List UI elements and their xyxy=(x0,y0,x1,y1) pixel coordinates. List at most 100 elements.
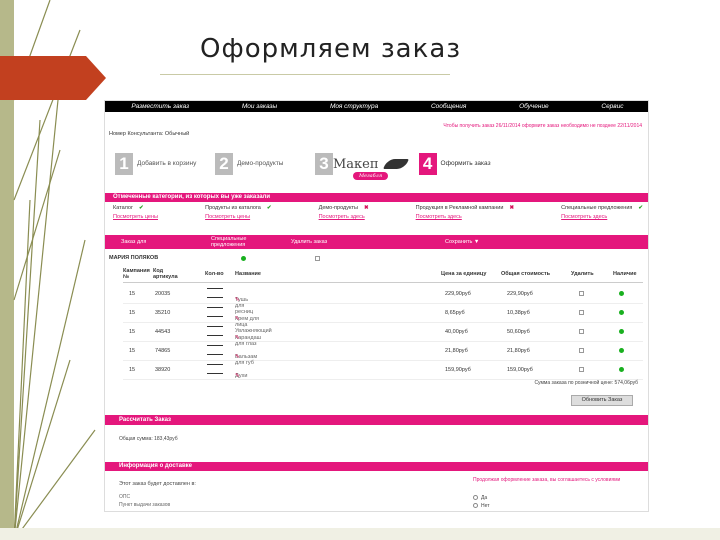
col-price: Цена за единицу xyxy=(441,271,487,277)
step-4-label: Оформить заказ xyxy=(440,160,491,168)
table-row: 15 20035 Тушь для ресниц ✎ 229,90руб 229… xyxy=(123,285,643,315)
update-order-button[interactable]: Обновить Заказ xyxy=(571,395,633,406)
delete-order-button[interactable]: Удалить заказ xyxy=(291,239,327,245)
step-1-number: 1 xyxy=(115,153,133,175)
available-icon xyxy=(619,310,624,315)
step-2[interactable]: 2 Демо-продукты xyxy=(215,153,303,175)
nav-item-my-orders[interactable]: Мои заказы xyxy=(242,103,277,110)
category-link[interactable]: Посмотреть здесь xyxy=(319,214,369,220)
col-total: Общая стоимость xyxy=(501,271,551,277)
makeup-logo-sub: Мегабля xyxy=(353,171,389,180)
step-1[interactable]: 1 Добавить в корзину xyxy=(115,153,203,175)
col-availability: Наличие xyxy=(613,271,637,277)
cell-campaign: 15 xyxy=(129,329,136,335)
delivery-option[interactable]: ОПС xyxy=(119,493,170,501)
cell-total: 229,90руб xyxy=(507,291,533,297)
cell-campaign: 15 xyxy=(129,367,136,373)
col-campaign: Кампания № xyxy=(123,268,150,280)
delete-checkbox[interactable] xyxy=(579,367,584,372)
nav-item-training[interactable]: Обучение xyxy=(519,103,549,110)
cell-campaign: 15 xyxy=(129,291,136,297)
available-icon xyxy=(619,348,624,353)
categories-header: Отмеченные категории, из которых вы уже … xyxy=(105,193,648,202)
delivery-question: Этот заказ будет доставлен в: xyxy=(119,481,196,487)
category-link[interactable]: Посмотреть здесь xyxy=(416,214,514,220)
cross-icon: ✖ xyxy=(363,205,369,211)
makeup-logo-name: Макеп xyxy=(333,156,379,172)
order-sum: Сумма заказа по розничной цене: 574,06ру… xyxy=(534,380,638,386)
radio-no-label: Нет xyxy=(481,503,490,509)
nav-item-place-order[interactable]: Разместить заказ xyxy=(131,103,189,110)
qty-input[interactable] xyxy=(207,345,223,355)
delete-checkbox[interactable] xyxy=(579,291,584,296)
order-for-button[interactable]: Заказ для xyxy=(121,239,146,245)
qty-input[interactable] xyxy=(207,307,223,317)
cell-campaign: 15 xyxy=(129,348,136,354)
step-4-number: 4 xyxy=(418,153,437,175)
category-label: Продукты из каталога xyxy=(205,205,261,211)
checkbox[interactable] xyxy=(315,256,320,261)
qty-input[interactable] xyxy=(207,326,223,336)
order-table: 15 20035 Тушь для ресниц ✎ 229,90руб 229… xyxy=(123,285,643,380)
edit-icon[interactable]: ✎ xyxy=(235,316,240,322)
radio-option[interactable]: Нет xyxy=(473,502,490,510)
delivery-radio-group: Да Нет xyxy=(473,494,490,510)
save-dropdown[interactable]: Сохранить ▼ xyxy=(445,239,479,245)
category-label: Специальные предложения xyxy=(561,205,633,211)
nav-item-structure[interactable]: Моя структура xyxy=(330,103,378,110)
cell-total: 50,60руб xyxy=(507,329,530,335)
edit-icon[interactable]: ✎ xyxy=(235,354,240,360)
cell-campaign: 15 xyxy=(129,310,136,316)
cell-total: 159,00руб xyxy=(507,367,533,373)
edit-icon[interactable]: ✎ xyxy=(235,297,240,303)
edit-icon[interactable]: ✎ xyxy=(235,373,240,379)
cell-price: 229,90руб xyxy=(445,291,471,297)
category-link[interactable]: Посмотреть здесь xyxy=(561,214,643,220)
nav-item-service[interactable]: Сервис xyxy=(601,103,623,110)
qty-input[interactable] xyxy=(207,364,223,374)
step-2-number: 2 xyxy=(215,153,233,175)
category-item: Продукция в Рекламной кампании ✖ Посмотре… xyxy=(416,205,514,220)
nav-item-messages[interactable]: Сообщения xyxy=(431,103,466,110)
delete-checkbox[interactable] xyxy=(579,348,584,353)
slide-bottom-band xyxy=(0,528,720,540)
table-row: 15 44543 Карандаш для глаз ✎ 40,00руб 50… xyxy=(123,323,643,347)
category-item: Специальные предложения ✔ Посмотреть здес… xyxy=(561,205,643,220)
delete-checkbox[interactable] xyxy=(579,310,584,315)
col-delete: Удалить xyxy=(571,271,594,277)
qty-input[interactable] xyxy=(207,288,223,298)
calculate-order-header[interactable]: Рассчитать Заказ xyxy=(105,415,648,425)
brand-name: МАРИЯ ПОЛЯКОВ xyxy=(109,255,159,261)
slide-title: Оформляем заказ xyxy=(200,34,462,64)
step-4[interactable]: 4 Оформить заказ xyxy=(418,153,507,175)
delete-checkbox[interactable] xyxy=(579,329,584,334)
delivery-option[interactable]: Пункт выдачи заказов xyxy=(119,501,170,509)
category-link[interactable]: Посмотреть цены xyxy=(113,214,158,220)
deadline-notice: Чтобы получить заказ 26/11/2014 оформите… xyxy=(443,123,642,129)
step-3-number: 3 xyxy=(315,153,333,175)
step-3[interactable]: 3 Макеп Мегабля xyxy=(315,153,409,180)
edit-icon[interactable]: ✎ xyxy=(235,335,240,341)
cell-code: 20035 xyxy=(155,291,171,297)
check-icon: ✔ xyxy=(638,205,643,211)
table-row: 15 38920 Духи ✎ 159,90руб 159,00руб xyxy=(123,361,643,380)
radio-icon xyxy=(473,495,478,501)
check-icon: ✔ xyxy=(266,205,272,211)
available-icon xyxy=(619,367,624,372)
delivery-note: Продолжая оформление заказа, вы соглашае… xyxy=(473,477,621,483)
available-icon xyxy=(619,329,624,334)
category-item: Демо-продукты ✖ Посмотреть здесь xyxy=(319,205,369,220)
radio-option[interactable]: Да xyxy=(473,494,490,502)
cell-code: 44543 xyxy=(155,329,171,335)
order-steps: 1 Добавить в корзину 2 Демо-продукты 3 М… xyxy=(115,147,565,181)
category-link[interactable]: Посмотреть цены xyxy=(205,214,271,220)
table-row: 15 35210 Крем для лица Увлажняющий ✎ 8,6… xyxy=(123,304,643,334)
cell-price: 8,65руб xyxy=(445,310,465,316)
brand-row: МАРИЯ ПОЛЯКОВ xyxy=(109,255,629,261)
special-offers-button[interactable]: Специальные предложения xyxy=(211,236,261,248)
cell-price: 21,80руб xyxy=(445,348,468,354)
title-divider xyxy=(160,74,450,75)
shoe-icon xyxy=(382,159,409,169)
step-1-label: Добавить в корзину xyxy=(137,160,197,168)
category-label: Демо-продукты xyxy=(318,205,358,211)
